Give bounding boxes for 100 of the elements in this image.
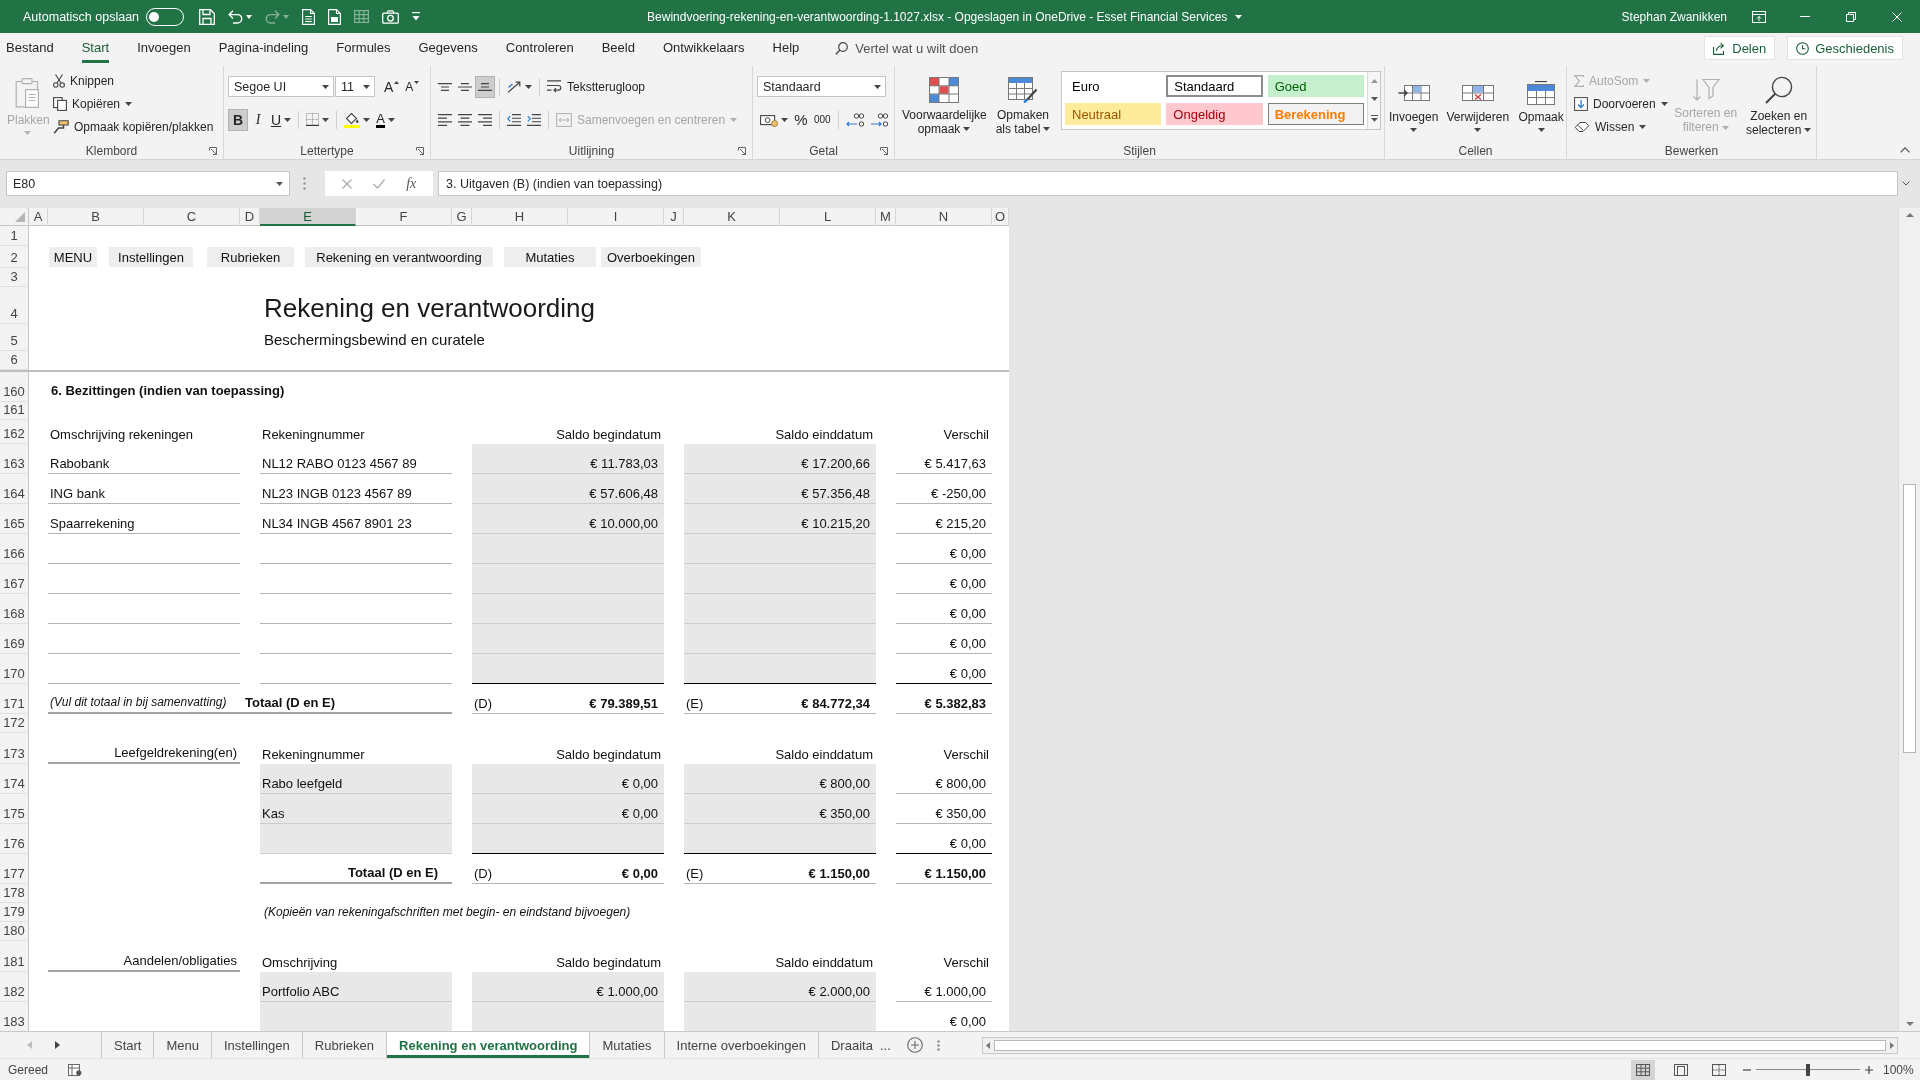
ribbon-tab[interactable]: Formules: [336, 33, 391, 63]
collapse-icon[interactable]: [1900, 147, 1910, 153]
font-size-dropdown[interactable]: 11: [335, 76, 375, 97]
caret-icon[interactable]: [1235, 14, 1243, 19]
scrollbar-thumb[interactable]: [994, 1039, 1886, 1051]
sheet-tab[interactable]: Rekening en verantwoording: [387, 1032, 591, 1058]
vertical-dots-icon[interactable]: [303, 177, 306, 190]
row-header[interactable]: 182: [0, 972, 29, 1002]
scroll-right-icon[interactable]: [1890, 1041, 1894, 1049]
row-header[interactable]: 4: [0, 287, 29, 324]
ribbon-tab[interactable]: Ontwikkelaars: [662, 33, 745, 63]
grow-font-button[interactable]: A: [381, 75, 403, 98]
copy-button[interactable]: Kopiëren: [50, 92, 217, 115]
ribbon-tab[interactable]: Invoegen: [137, 33, 191, 63]
row-header[interactable]: 176: [0, 824, 29, 854]
cell-style[interactable]: Neutraal: [1065, 103, 1162, 125]
name-box[interactable]: E80: [6, 171, 290, 196]
row-header[interactable]: 173: [0, 733, 29, 764]
undo-icon[interactable]: [228, 9, 244, 24]
row-header[interactable]: 180: [0, 922, 29, 941]
scroll-down-icon[interactable]: [1370, 97, 1378, 101]
plus-circle-icon[interactable]: [906, 1037, 923, 1053]
dialog-launcher-icon[interactable]: [416, 146, 424, 155]
row-header[interactable]: 174: [0, 764, 29, 794]
caret-icon[interactable]: [276, 181, 283, 186]
underline-button[interactable]: U: [268, 108, 295, 131]
ribbon-tab[interactable]: Bestand: [6, 33, 54, 63]
format-cells-button[interactable]: Opmaak: [1513, 66, 1570, 142]
wrap-text-button[interactable]: Tekstterugloop: [544, 75, 649, 98]
row-header[interactable]: 172: [0, 714, 29, 733]
ribbon-tab[interactable]: Beeld: [601, 33, 635, 63]
row-header[interactable]: 178: [0, 884, 29, 903]
thousands-separator-button[interactable]: 000: [811, 108, 834, 131]
row-header[interactable]: 177: [0, 854, 29, 884]
row-header[interactable]: 6: [0, 351, 29, 370]
format-as-table-button[interactable]: Opmaken als tabel: [989, 66, 1057, 142]
vertical-scrollbar[interactable]: [1898, 208, 1920, 1031]
scroll-up-icon[interactable]: [1370, 79, 1378, 83]
shrink-font-button[interactable]: A: [402, 75, 423, 98]
row-header[interactable]: 162: [0, 420, 29, 444]
number-format-dropdown[interactable]: Standaard: [757, 76, 886, 97]
ribbon-tab[interactable]: Pagina-indeling: [218, 33, 309, 63]
italic-button[interactable]: I: [248, 108, 268, 131]
scroll-right-icon[interactable]: [55, 1041, 60, 1049]
vertical-dots-icon[interactable]: [936, 1039, 940, 1051]
tell-me-field[interactable]: Vertel wat u wilt doen: [855, 40, 1016, 56]
insert-function-button[interactable]: fx: [406, 175, 417, 192]
font-name-dropdown[interactable]: Segoe UI: [228, 76, 334, 97]
sheet-tab[interactable]: Draaita: [819, 1032, 876, 1058]
cut-button[interactable]: Knippen: [50, 69, 217, 92]
bold-button[interactable]: B: [228, 108, 248, 131]
row-header[interactable]: 175: [0, 794, 29, 824]
sheet-link-button[interactable]: Overboekingen: [601, 247, 701, 267]
cell-style[interactable]: Standaard: [1166, 75, 1263, 97]
scroll-up-icon[interactable]: [1905, 213, 1914, 217]
zoom-slider-thumb[interactable]: [1806, 1063, 1810, 1076]
dialog-launcher-icon[interactable]: [738, 146, 746, 155]
sheet-link-button[interactable]: Mutaties: [504, 247, 596, 267]
row-header[interactable]: 166: [0, 534, 29, 564]
scrollbar-thumb[interactable]: [1903, 484, 1916, 753]
cell-style[interactable]: Ongeldig: [1166, 103, 1263, 125]
dialog-launcher-icon[interactable]: [880, 146, 888, 155]
normal-view-button[interactable]: [1631, 1059, 1655, 1080]
row-header[interactable]: 5: [0, 324, 29, 351]
clear-button[interactable]: Wissen: [1571, 115, 1671, 138]
row-header[interactable]: 163: [0, 444, 29, 474]
scroll-down-icon[interactable]: [1905, 1022, 1914, 1026]
more-icon[interactable]: [1370, 115, 1378, 122]
close-icon[interactable]: [1892, 11, 1902, 22]
camera-icon[interactable]: [382, 9, 400, 24]
zoom-percentage-button[interactable]: 100%: [1883, 1062, 1915, 1077]
minus-icon[interactable]: [1743, 1068, 1751, 1071]
row-header[interactable]: 171: [0, 684, 29, 714]
row-header[interactable]: 167: [0, 564, 29, 594]
cell-style[interactable]: Goed: [1267, 75, 1364, 97]
sheet-record-icon[interactable]: [68, 1063, 83, 1076]
format-painter-button[interactable]: Opmaak kopiëren/plakken: [50, 115, 217, 138]
row-header[interactable]: 181: [0, 941, 29, 972]
percent-button[interactable]: %: [791, 108, 811, 131]
dialog-launcher-icon[interactable]: [209, 146, 217, 155]
ribbon-display-options-icon[interactable]: [1752, 10, 1766, 23]
row-header[interactable]: 179: [0, 903, 29, 922]
scroll-left-icon[interactable]: [986, 1041, 990, 1049]
history-button[interactable]: Geschiedenis: [1787, 36, 1903, 60]
row-header[interactable]: 168: [0, 594, 29, 624]
sheet-link-button[interactable]: Rubrieken: [207, 247, 294, 267]
fill-button[interactable]: Doorvoeren: [1571, 92, 1671, 115]
ribbon-tab[interactable]: Help: [772, 33, 800, 63]
customize-icon[interactable]: [412, 12, 421, 21]
conditional-formatting-button[interactable]: Voorwaardelijke opmaak: [899, 66, 989, 142]
document-icon[interactable]: [328, 8, 342, 25]
row-header[interactable]: 160: [0, 372, 29, 402]
delete-cells-button[interactable]: Verwijderen: [1442, 66, 1514, 142]
plus-icon[interactable]: [1865, 1065, 1873, 1074]
share-button[interactable]: Delen: [1704, 36, 1776, 60]
row-header[interactable]: 169: [0, 624, 29, 654]
save-icon[interactable]: [199, 8, 216, 25]
more-sheets-button[interactable]: ...: [875, 1032, 895, 1058]
font-color-button[interactable]: A: [373, 108, 398, 131]
row-header[interactable]: 161: [0, 402, 29, 420]
